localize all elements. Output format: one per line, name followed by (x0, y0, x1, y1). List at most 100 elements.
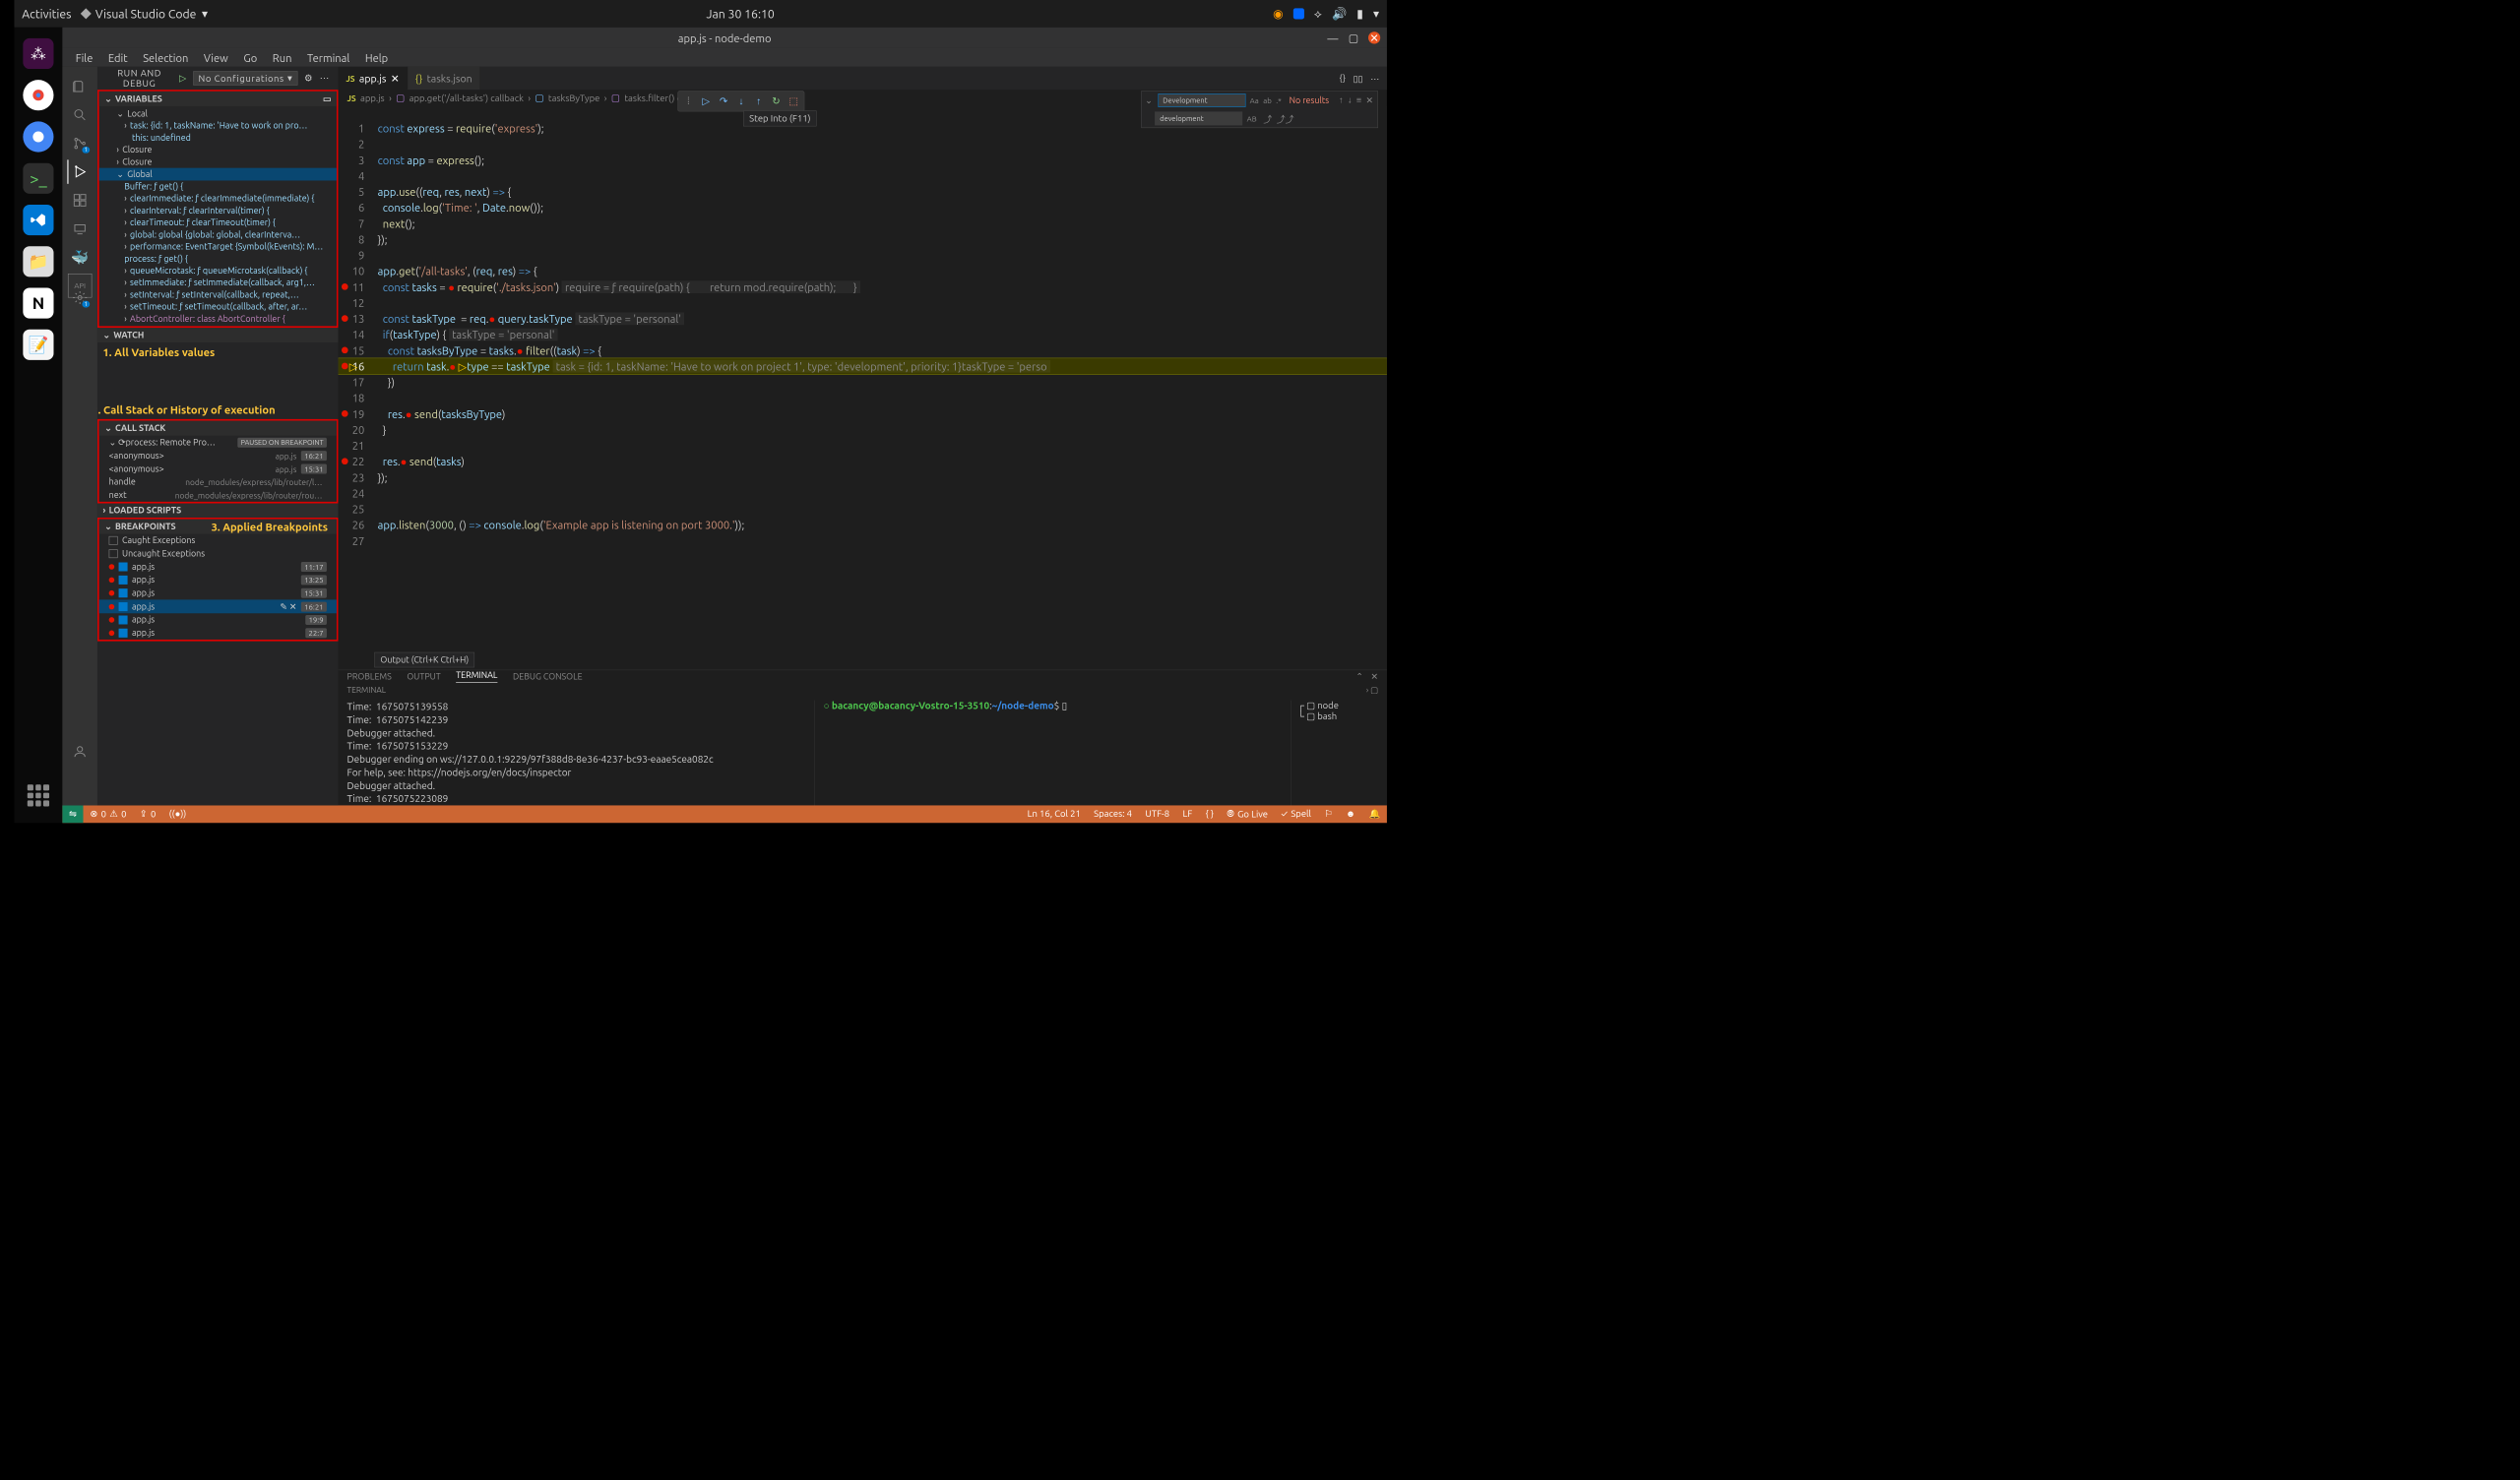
power-icon[interactable]: ▾ (1373, 7, 1379, 21)
annotation-2: 2. Call Stack or History of execution (97, 400, 339, 418)
close-icon[interactable]: ✕ (1366, 95, 1373, 106)
close-icon[interactable]: ✕ (1371, 671, 1378, 682)
prettier-icon[interactable]: ⚐ (1318, 809, 1340, 820)
editor-group: JSapp.js✕ {}tasks.json {}▯▯⋯ JSapp.js› ▢… (339, 67, 1387, 806)
wifi-icon[interactable]: ⟡ (1314, 7, 1322, 21)
dock-notion[interactable]: N (23, 287, 53, 318)
extensions-icon[interactable] (68, 188, 92, 212)
tab-appjs[interactable]: JSapp.js✕ (339, 67, 408, 90)
split-icon[interactable]: ▯▯ (1354, 73, 1363, 84)
maximize-icon[interactable]: ⌃ (1355, 671, 1362, 682)
replace-input[interactable] (1155, 111, 1242, 125)
bell-icon[interactable]: 🔔 (1362, 809, 1387, 820)
spell[interactable]: ✓ Spell (1275, 809, 1318, 820)
variables-section: ⌄VARIABLES▭ ⌄Local ›task: {id: 1, taskNa… (97, 90, 339, 328)
eol[interactable]: LF (1176, 809, 1199, 820)
next-icon[interactable]: ↓ (1348, 95, 1352, 106)
dock-apps-grid[interactable] (28, 784, 49, 806)
continue-button[interactable]: ▷ (698, 93, 715, 109)
expand-icon[interactable]: ⌄ (1142, 95, 1156, 106)
find-input[interactable] (1158, 93, 1245, 107)
close-icon[interactable]: ✕ (391, 72, 400, 85)
code-editor[interactable]: 1const express = require('express'); 2 3… (339, 106, 1387, 670)
menu-run[interactable]: Run (265, 51, 299, 64)
battery-icon[interactable]: ▮ (1356, 7, 1363, 21)
more-icon[interactable]: ⋯ (320, 73, 330, 84)
explorer-icon[interactable] (68, 75, 92, 98)
account-icon[interactable] (68, 740, 92, 764)
menu-view[interactable]: View (196, 51, 235, 64)
search-icon[interactable] (68, 103, 92, 127)
drag-handle-icon[interactable]: ⁞ (680, 93, 697, 109)
dock-chrome[interactable] (23, 80, 53, 110)
step-over-button[interactable]: ↷ (716, 93, 732, 109)
language-mode[interactable]: { } (1199, 809, 1221, 820)
panel-tab-output[interactable]: OUTPUT (407, 671, 440, 681)
breakpoints-section: 3. Applied Breakpoints ⌄BREAKPOINTS Caug… (97, 518, 339, 642)
scm-icon[interactable]: 1 (68, 131, 92, 154)
panel-tab-terminal[interactable]: TERMINAL (456, 670, 497, 683)
minimize-button[interactable]: — (1327, 31, 1339, 43)
annotation-1: 1. All Variables values (97, 342, 339, 361)
menu-go[interactable]: Go (236, 51, 265, 64)
maximize-button[interactable]: ▢ (1348, 31, 1359, 43)
menu-terminal[interactable]: Terminal (299, 51, 357, 64)
panel-tab-debug[interactable]: DEBUG CONSOLE (513, 671, 583, 681)
settings-icon[interactable]: 1 (68, 285, 92, 309)
status-errors[interactable]: ⊗ 0 ⚠ 0 (84, 805, 133, 823)
docker-icon[interactable]: 🐳 (68, 245, 92, 269)
terminal-item-node[interactable]: ┌ ▢ node (1297, 701, 1378, 711)
feedback-icon[interactable]: ☻ (1339, 809, 1361, 820)
bottom-panel: PROBLEMS OUTPUT TERMINAL DEBUG CONSOLE ⌃… (339, 670, 1387, 806)
dock: ⁂ >_ 📁 N 📝 (14, 28, 62, 823)
terminal-2[interactable]: ○ bacancy@bacancy-Vostro-15-3510:~/node-… (814, 701, 1280, 819)
dock-slack[interactable]: ⁂ (23, 38, 53, 69)
gear-icon[interactable]: ⚙ (304, 73, 313, 84)
tab-tasksjson[interactable]: {}tasks.json (408, 67, 480, 90)
panel-tab-problems[interactable]: PROBLEMS (347, 671, 392, 681)
replace-one-icon[interactable]: ⤴ (1263, 112, 1272, 125)
close-button[interactable]: ✕ (1368, 31, 1380, 43)
app-indicator[interactable]: Visual Studio Code ▾ (83, 7, 209, 21)
start-debug-button[interactable]: ▷ (179, 73, 187, 84)
step-out-button[interactable]: ↑ (750, 93, 767, 109)
more-icon[interactable]: ⋯ (1370, 73, 1379, 84)
dock-terminal[interactable]: >_ (23, 163, 53, 194)
prev-icon[interactable]: ↑ (1339, 95, 1343, 106)
step-into-button[interactable]: ↓ (732, 93, 749, 109)
config-selector[interactable]: No Configurations▾ (194, 71, 298, 85)
go-live[interactable]: ⦾ Go Live (1221, 809, 1275, 820)
status-port[interactable]: ⇪ 0 (133, 805, 162, 823)
terminal-item-bash[interactable]: └ ▢ bash (1297, 711, 1378, 722)
stop-button[interactable]: ⬚ (786, 93, 802, 109)
status-live[interactable]: ((●)) (162, 805, 193, 823)
braces-icon[interactable]: {} (1340, 74, 1346, 84)
remote-indicator[interactable]: ⇋ (62, 805, 83, 823)
replace-all-icon[interactable]: ⤴⤴ (1277, 112, 1294, 125)
cursor-position[interactable]: Ln 16, Col 21 (1021, 809, 1087, 820)
dock-chromium[interactable] (23, 121, 53, 152)
debug-icon[interactable] (67, 159, 91, 183)
volume-icon[interactable]: 🔊 (1332, 7, 1347, 21)
indent[interactable]: Spaces: 4 (1087, 809, 1138, 820)
tray-icon[interactable]: ◉ (1273, 7, 1284, 21)
menu-edit[interactable]: Edit (100, 51, 135, 64)
new-terminal-icon[interactable]: ▢ (1370, 685, 1378, 694)
remote-icon[interactable] (68, 216, 92, 240)
tray-icon[interactable] (1293, 8, 1304, 19)
window-titlebar: app.js - node-demo — ▢ ✕ (62, 28, 1387, 48)
dock-text-editor[interactable]: 📝 (23, 330, 53, 360)
find-widget: ⌄ Aaab.* No results ↑↓≡✕ AB ⤴⤴⤴ (1141, 91, 1378, 128)
selection-icon[interactable]: ≡ (1356, 95, 1361, 106)
menu-help[interactable]: Help (357, 51, 396, 64)
encoding[interactable]: UTF-8 (1139, 809, 1176, 820)
dock-files[interactable]: 📁 (23, 246, 53, 277)
menu-selection[interactable]: Selection (135, 51, 196, 64)
dock-vscode[interactable] (23, 205, 53, 235)
restart-button[interactable]: ↻ (768, 93, 785, 109)
clock: Jan 30 16:10 (706, 7, 774, 21)
activities-button[interactable]: Activities (22, 7, 71, 21)
terminal-output[interactable]: Time: 1675075139558 Time: 1675075142239 … (347, 701, 803, 819)
menu-file[interactable]: File (68, 51, 100, 64)
callstack-section: ⌄CALL STACK ⌄ ⟳process: Remote Pro…PAUSE… (97, 419, 339, 504)
